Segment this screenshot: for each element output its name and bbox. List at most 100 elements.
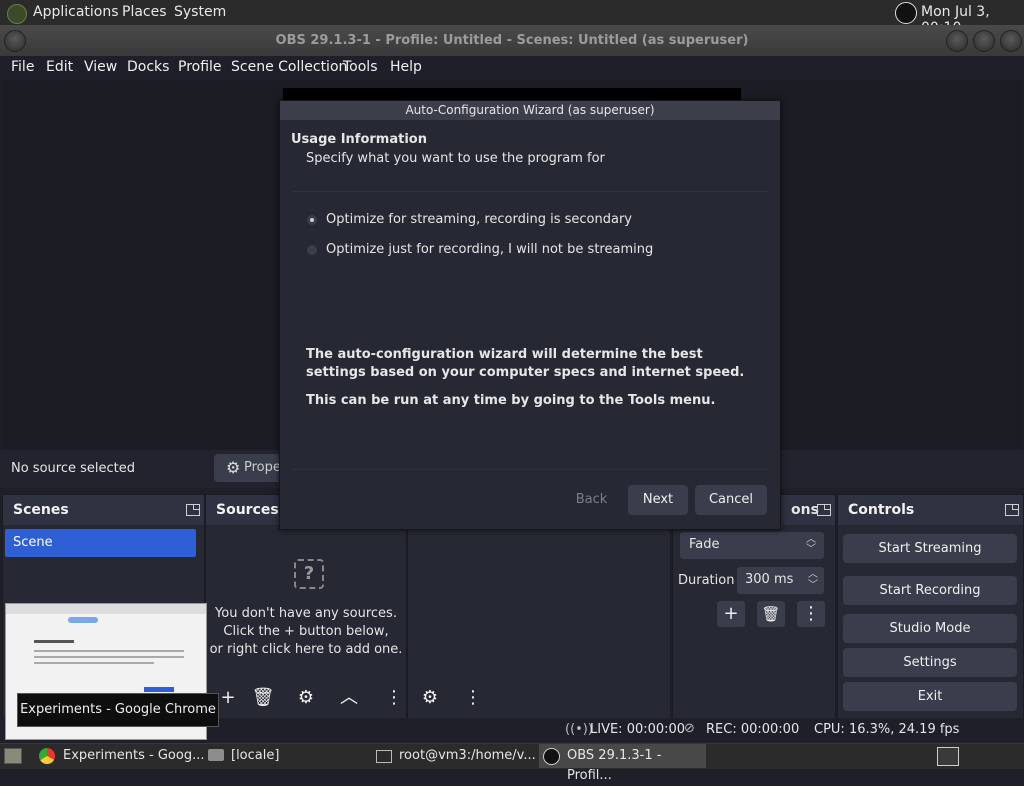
- move-up-button[interactable]: ︿: [336, 685, 362, 711]
- menu-view[interactable]: View: [84, 59, 117, 75]
- system-menu[interactable]: System: [174, 4, 226, 20]
- menu-profile[interactable]: Profile: [178, 59, 222, 75]
- properties-label: Prope: [244, 460, 281, 475]
- source-properties-button[interactable]: ⚙: [293, 685, 319, 711]
- thumb-line: [34, 650, 184, 652]
- usage-heading: Usage Information: [291, 132, 427, 147]
- minimize-button[interactable]: [946, 30, 968, 52]
- task-terminal[interactable]: root@vm3:/home/v...: [399, 746, 536, 766]
- show-desktop-icon[interactable]: [4, 748, 22, 764]
- scene-label: Scene: [13, 535, 53, 550]
- places-menu[interactable]: Places: [122, 4, 167, 20]
- transition-select[interactable]: Fade ︿ ﹀: [680, 532, 824, 559]
- no-source-label: No source selected: [11, 461, 135, 476]
- add-transition-button[interactable]: +: [717, 601, 745, 627]
- maximize-button[interactable]: [973, 30, 995, 52]
- undock-icon[interactable]: [817, 504, 831, 516]
- start-streaming-button[interactable]: Start Streaming: [843, 534, 1017, 563]
- scene-list-item[interactable]: Scene: [5, 529, 196, 557]
- chrome-icon: [39, 748, 55, 764]
- transitions-title: ons: [791, 502, 819, 518]
- close-button[interactable]: [1000, 30, 1022, 52]
- thumb-tabbar: [6, 604, 206, 614]
- thumb-link: [144, 687, 174, 692]
- next-button[interactable]: Next: [628, 485, 688, 515]
- info-text-1: The auto-configuration wizard will deter…: [306, 347, 745, 380]
- thumb-line: [34, 656, 184, 658]
- empty-text-line: Click the + button below,: [223, 624, 389, 639]
- mixer-settings-button[interactable]: ⚙: [417, 685, 443, 711]
- menu-tools[interactable]: Tools: [343, 59, 378, 75]
- undock-icon[interactable]: [1005, 504, 1019, 516]
- workspace-switcher-icon[interactable]: [937, 747, 959, 766]
- start-recording-button[interactable]: Start Recording: [843, 576, 1017, 605]
- applications-menu[interactable]: Applications: [33, 4, 119, 20]
- transition-value: Fade: [689, 537, 720, 552]
- scenes-dock-header: Scenes: [3, 495, 204, 525]
- controls-title: Controls: [848, 502, 915, 518]
- exit-button[interactable]: Exit: [843, 682, 1017, 711]
- menu-docks[interactable]: Docks: [127, 59, 169, 75]
- empty-text-line: or right click here to add one.: [209, 642, 403, 657]
- cancel-button[interactable]: Cancel: [695, 485, 767, 515]
- sources-empty-text: You don't have any sources. Click the + …: [206, 605, 406, 659]
- back-button[interactable]: Back: [564, 485, 619, 515]
- question-icon: ?: [294, 559, 324, 589]
- mixer-more-button[interactable]: ⋮: [460, 685, 486, 711]
- window-title: OBS 29.1.3-1 - Profile: Untitled - Scene…: [275, 33, 749, 48]
- source-more-button[interactable]: ⋮: [381, 685, 407, 711]
- thumb-line: [34, 662, 154, 664]
- thumb-button: [68, 617, 98, 623]
- task-folder[interactable]: [locale]: [231, 746, 279, 766]
- menu-help[interactable]: Help: [390, 59, 422, 75]
- undock-icon[interactable]: [186, 504, 200, 516]
- spin-arrows-icon[interactable]: ︿ ﹀: [808, 569, 818, 591]
- duration-label: Duration: [678, 573, 735, 588]
- gnome-foot-icon[interactable]: [7, 4, 27, 24]
- option-streaming-label: Optimize for streaming, recording is sec…: [326, 212, 633, 227]
- option-streaming[interactable]: Optimize for streaming, recording is sec…: [307, 211, 667, 231]
- menu-file[interactable]: File: [11, 59, 34, 75]
- option-recording-label: Optimize just for recording, I will not …: [326, 242, 654, 257]
- radio-recording[interactable]: [307, 245, 317, 255]
- rec-icon: ⊘: [684, 721, 695, 736]
- auto-config-dialog: Auto-Configuration Wizard (as superuser)…: [279, 100, 781, 530]
- updown-icon: ︿ ﹀: [806, 534, 816, 555]
- duration-spinbox[interactable]: 300 ms ︿ ﹀: [737, 567, 824, 594]
- controls-dock-header: Controls: [838, 495, 1023, 525]
- menu-edit[interactable]: Edit: [46, 59, 73, 75]
- rec-timer: REC: 00:00:00: [706, 722, 800, 737]
- cpu-status: CPU: 16.3%, 24.19 fps: [814, 722, 960, 737]
- network-icon: ((•)): [565, 722, 593, 737]
- radio-streaming[interactable]: [307, 215, 317, 225]
- studio-mode-button[interactable]: Studio Mode: [843, 614, 1017, 643]
- sources-title: Sources: [216, 502, 279, 518]
- task-obs-active[interactable]: OBS 29.1.3-1 - Profil...: [539, 744, 706, 783]
- empty-text-line: You don't have any sources.: [215, 606, 397, 621]
- remove-transition-button[interactable]: 🗑: [757, 601, 785, 627]
- scenes-title: Scenes: [13, 502, 69, 518]
- system-panel: Applications Places System Mon Jul 3, 00…: [0, 0, 1024, 36]
- menu-scene-collection[interactable]: Scene Collection: [231, 59, 347, 75]
- obs-icon: [543, 748, 560, 765]
- obs-tray-icon[interactable]: [895, 2, 917, 24]
- preview-canvas: [283, 88, 741, 100]
- option-recording[interactable]: Optimize just for recording, I will not …: [307, 241, 667, 261]
- divider: [292, 469, 768, 470]
- window-titlebar[interactable]: OBS 29.1.3-1 - Profile: Untitled - Scene…: [0, 25, 1024, 57]
- remove-source-button[interactable]: 🗑: [250, 685, 276, 711]
- transition-more-button[interactable]: ⋮: [797, 601, 825, 627]
- divider: [292, 191, 768, 192]
- settings-button[interactable]: Settings: [843, 648, 1017, 677]
- info-text-2: This can be run at any time by going to …: [306, 393, 716, 408]
- duration-value: 300 ms: [745, 572, 794, 587]
- dialog-title[interactable]: Auto-Configuration Wizard (as superuser): [280, 101, 780, 120]
- folder-icon: [208, 749, 224, 761]
- menubar: File Edit View Docks Profile Scene Colle…: [0, 56, 1024, 80]
- task-chrome[interactable]: Experiments - Goog...: [63, 746, 204, 766]
- terminal-icon: [376, 750, 392, 763]
- gear-icon: ⚙: [226, 458, 241, 477]
- thumb-heading: [34, 640, 74, 643]
- live-timer: LIVE: 00:00:00: [590, 722, 686, 737]
- usage-subheading: Specify what you want to use the program…: [306, 151, 605, 166]
